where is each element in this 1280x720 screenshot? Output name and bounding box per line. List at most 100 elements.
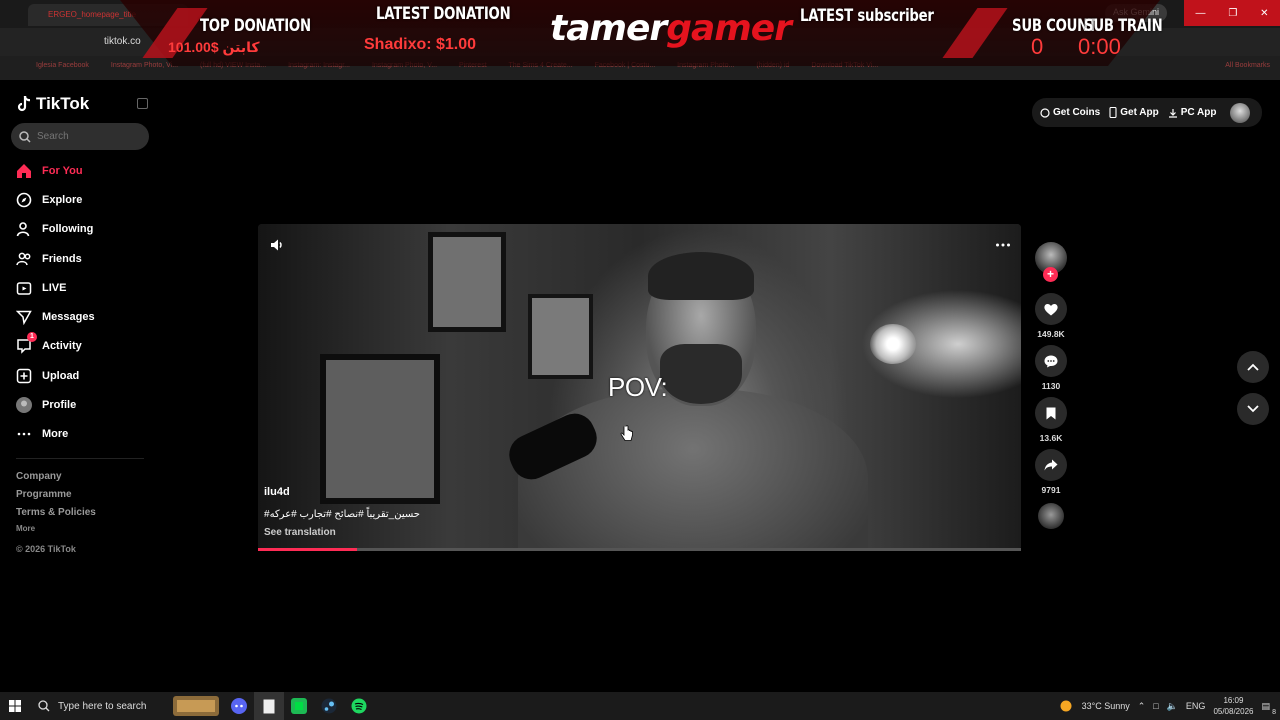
latest-subscriber-label: LATEST subscriber [800,6,934,26]
sidebar-item-messages[interactable]: Messages [16,302,144,331]
steam-icon [321,698,337,714]
video-caption-overlay: POV: [608,372,668,402]
copyright: © 2026 TikTok [16,544,76,554]
video-picture-frame [528,294,593,379]
logo-text: TikTok [36,94,90,113]
minimize-icon[interactable]: — [1195,8,1205,19]
music-disc-icon[interactable] [1038,503,1064,529]
pc-app-label: PC App [1180,107,1217,118]
search-icon [38,700,50,712]
clock-time: 16:09 [1223,696,1244,705]
pc-app-button[interactable]: PC App [1168,107,1217,118]
sidebar-item-label: More [42,428,69,441]
like-button[interactable] [1035,293,1067,325]
sidebar-item-explore[interactable]: Explore [16,185,144,214]
taskbar-app-steam[interactable] [314,692,344,720]
sidebar-item-label: For You [42,164,83,177]
next-video-button[interactable] [1237,393,1269,425]
video-more-icon[interactable] [994,236,1012,254]
search-input[interactable] [37,131,137,142]
bookmark-item[interactable]: Iglesia Facebook [36,62,89,69]
comment-icon [1044,355,1058,367]
get-app-button[interactable]: Get App [1109,107,1159,118]
footer-links: Company Programme Terms & Policies [16,470,96,524]
collapse-sidebar-icon[interactable] [137,98,148,109]
video-author[interactable]: ilu4d [264,486,290,498]
sidebar-item-friends[interactable]: Friends [16,244,144,273]
taskbar-app-spotify[interactable] [344,692,374,720]
phone-icon [1109,107,1117,118]
search-box[interactable] [11,123,149,150]
sidebar-item-more[interactable]: More [16,420,144,449]
taskbar-news-widget[interactable] [168,692,224,720]
share-button[interactable] [1035,449,1067,481]
compass-icon [16,192,32,208]
save-button[interactable] [1035,397,1067,429]
close-icon[interactable]: ✕ [1260,8,1268,19]
tiktok-logo[interactable]: TikTok [16,94,89,114]
sidebar-item-live[interactable]: LIVE [16,273,144,302]
sidebar-item-upload[interactable]: Upload [16,361,144,390]
sidebar-nav: For You Explore Following Friends LIVE M… [16,156,144,449]
file-icon [263,699,275,713]
system-tray: 33°C Sunny ⌃ □ 🔈 ENG 16:09 05/08/2026 ▤ 8 [1058,692,1280,720]
network-icon[interactable]: □ [1153,701,1158,711]
discord-icon [231,698,247,714]
footer-link-company[interactable]: Company [16,470,96,488]
volume-tray-icon[interactable]: 🔈 [1167,701,1178,712]
sidebar-item-label: LIVE [42,281,67,294]
video-person-beard [660,344,742,404]
taskbar-search[interactable]: Type here to search [30,692,168,720]
sub-count-value: 0 [1031,34,1044,59]
footer-more-link[interactable]: More [16,524,35,533]
notification-count: 8 [1272,708,1276,716]
user-avatar[interactable] [1229,102,1250,123]
header-actions: Get Coins Get App PC App [1032,98,1262,127]
bookmark-icon [1046,407,1056,419]
coin-icon [1040,107,1050,118]
home-icon [16,163,32,179]
video-progress-bar[interactable] [258,548,1021,551]
brand-second: gamer [666,8,792,49]
activity-badge: 1 [27,332,37,343]
app-icon [291,698,307,714]
taskbar-app-discord[interactable] [224,692,254,720]
sidebar-item-activity[interactable]: 1 Activity [16,332,144,361]
comment-button[interactable] [1035,345,1067,377]
video-person-hair [648,252,754,300]
sidebar-item-following[interactable]: Following [16,215,144,244]
footer-link-terms[interactable]: Terms & Policies [16,506,96,524]
sidebar-item-label: Upload [42,369,80,382]
footer-link-programme[interactable]: Programme [16,488,96,506]
sidebar-item-label: Following [42,223,94,236]
bookmark-item[interactable]: Instagram Photo, Vi... [111,62,178,69]
notification-icon[interactable]: ▤ 8 [1261,701,1276,716]
sidebar-item-for-you[interactable]: For You [16,156,144,185]
get-coins-button[interactable]: Get Coins [1040,107,1100,118]
like-count: 149.8K [1037,329,1065,339]
all-bookmarks[interactable]: All Bookmarks [1225,62,1270,69]
download-icon [1168,108,1177,118]
volume-icon[interactable] [268,236,286,254]
sidebar-item-profile[interactable]: Profile [16,390,144,419]
taskbar-app-green[interactable] [284,692,314,720]
clock[interactable]: 16:09 05/08/2026 [1213,695,1253,717]
start-button[interactable] [0,692,30,720]
plus-box-icon [16,368,32,384]
video-lamp [870,324,916,364]
video-picture-frame [320,354,440,504]
taskbar: Type here to search 33°C Sunny ⌃ □ 🔈 ENG… [0,692,1280,720]
inbox-icon: 1 [16,332,37,355]
address-bar[interactable]: tiktok.co [84,33,144,51]
heart-icon [1044,303,1058,315]
weather-text[interactable]: 33°C Sunny [1082,701,1130,711]
tray-chevron-icon[interactable]: ⌃ [1138,701,1146,712]
maximize-icon[interactable]: ❐ [1228,8,1237,19]
taskbar-app-notepad[interactable] [254,692,284,720]
language-indicator[interactable]: ENG [1186,701,1206,711]
follow-button[interactable]: + [1043,267,1058,282]
live-icon [16,280,32,296]
sidebar-item-label: Profile [42,399,77,412]
see-translation-link[interactable]: See translation [264,527,336,538]
previous-video-button[interactable] [1237,351,1269,383]
